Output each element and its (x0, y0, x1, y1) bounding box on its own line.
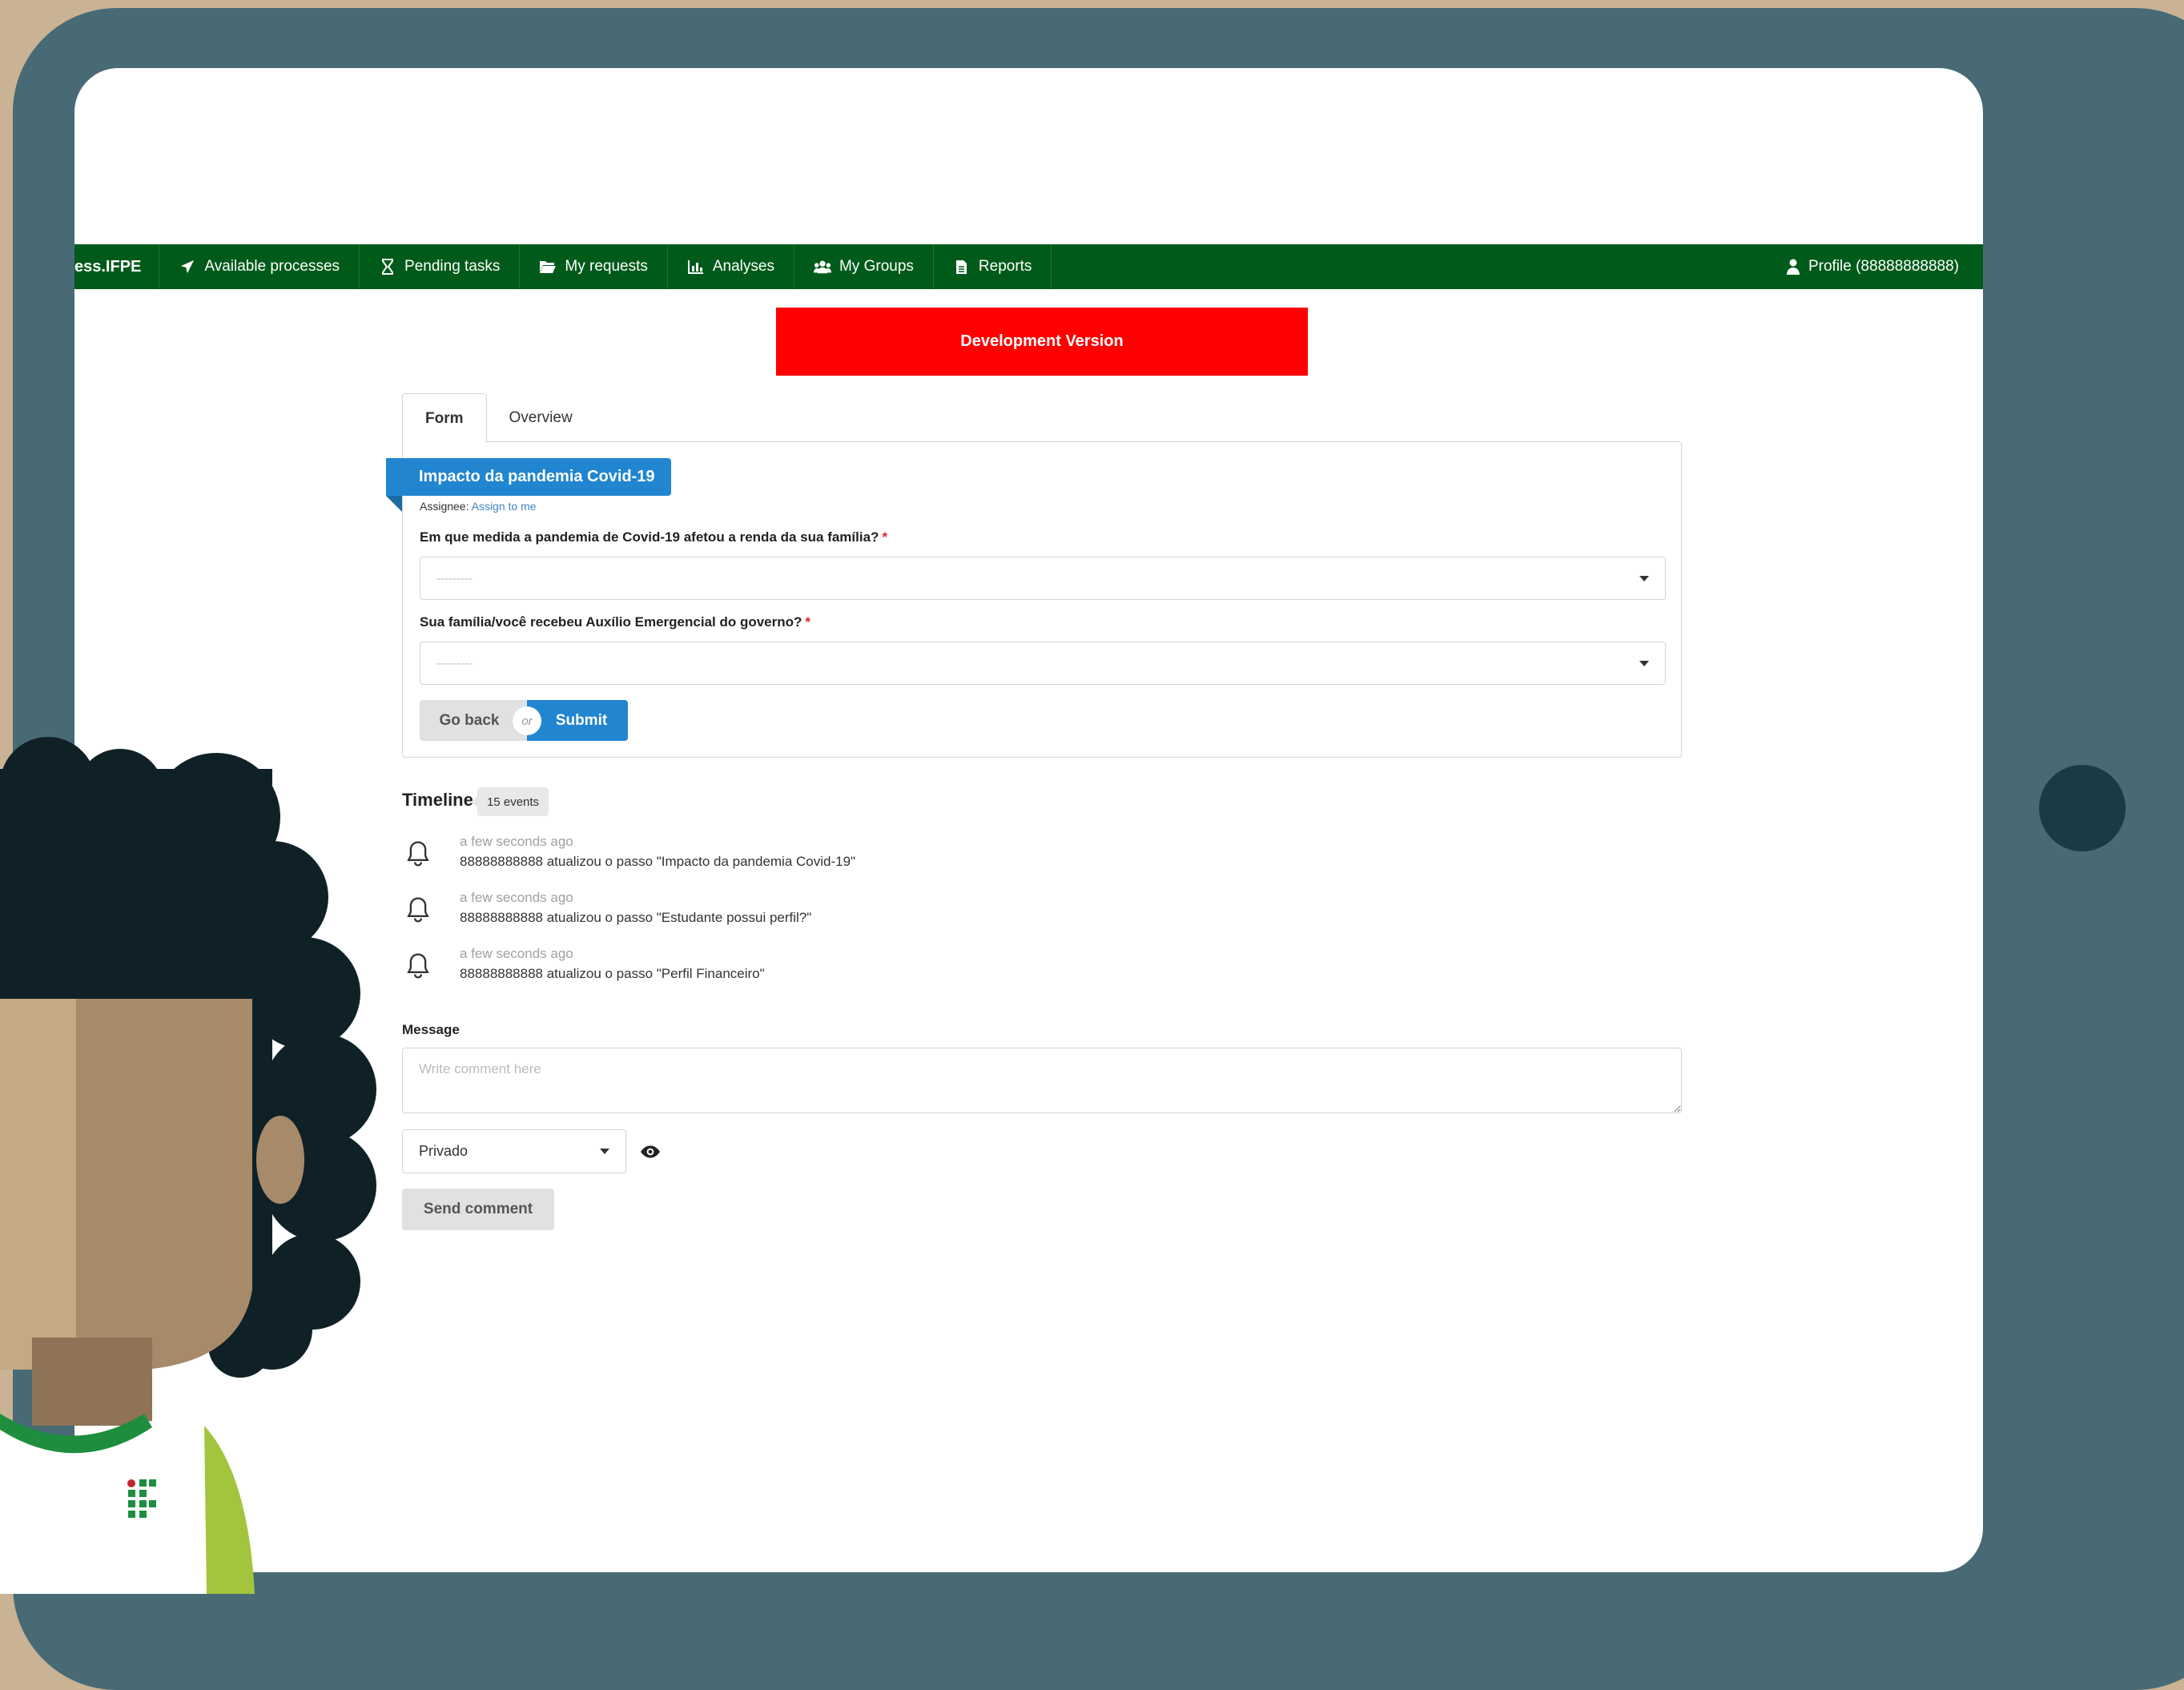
development-version-banner: Development Version (776, 308, 1308, 376)
visibility-select[interactable]: Privado (402, 1129, 626, 1173)
event-time: a few seconds ago (460, 946, 573, 961)
event-time: a few seconds ago (460, 834, 573, 849)
timeline-event: a few seconds ago 88888888888 atualizou … (402, 834, 1043, 879)
paper-plane-icon (179, 258, 196, 276)
tab-overview[interactable]: Overview (487, 393, 595, 443)
form-button-group: Go back Submit or (420, 700, 628, 741)
nav-my-requests-label: My requests (565, 258, 648, 275)
student-character-illustration (0, 737, 376, 1594)
nav-reports[interactable]: Reports (934, 244, 1052, 289)
question-1-text: Em que medida a pandemia de Covid-19 afe… (420, 529, 879, 545)
file-icon (953, 258, 971, 276)
event-text: 88888888888 atualizou o passo "Estudante… (460, 910, 812, 925)
bell-icon (407, 953, 429, 979)
nav-my-groups-label: My Groups (839, 258, 914, 275)
nav-my-requests[interactable]: My requests (520, 244, 668, 289)
required-mark: * (882, 529, 888, 545)
timeline-title: Timeline (402, 790, 473, 810)
or-divider: or (513, 706, 541, 735)
task-title-ribbon: Impacto da pandemia Covid-19 (386, 458, 671, 496)
question-2-text: Sua família/você recebeu Auxílio Emergen… (420, 614, 802, 630)
dropdown-caret-icon (1639, 575, 1649, 581)
assignee-label: Assignee: (420, 500, 469, 513)
nav-reports-label: Reports (978, 258, 1032, 275)
nav-analyses-label: Analyses (712, 258, 774, 275)
nav-my-groups[interactable]: My Groups (794, 244, 934, 289)
question-1-value: --------- (436, 571, 473, 585)
question-2-value: --------- (436, 656, 473, 670)
user-icon (1784, 258, 1802, 276)
event-time: a few seconds ago (460, 890, 573, 905)
nav-available-processes[interactable]: Available processes (159, 244, 360, 289)
top-navbar: ess.IFPE Available processes Pending tas… (74, 244, 1983, 289)
question-2-select[interactable]: --------- (420, 642, 1666, 685)
eye-icon[interactable] (640, 1141, 661, 1162)
question-1-label: Em que medida a pandemia de Covid-19 afe… (420, 529, 887, 545)
nav-pending-tasks[interactable]: Pending tasks (360, 244, 521, 289)
message-label: Message (402, 1022, 460, 1037)
nav-pending-tasks-label: Pending tasks (404, 258, 501, 275)
bell-icon (407, 897, 429, 923)
assignee-line: Assignee: Assign to me (420, 500, 537, 513)
chart-icon (687, 258, 705, 276)
nav-analyses[interactable]: Analyses (668, 244, 794, 289)
tab-form[interactable]: Form (402, 393, 487, 443)
visibility-value: Privado (419, 1143, 469, 1159)
event-text: 88888888888 atualizou o passo "Perfil Fi… (460, 966, 765, 981)
submit-button[interactable]: Submit (527, 700, 628, 741)
timeline-event: a few seconds ago 88888888888 atualizou … (402, 890, 1043, 935)
dropdown-caret-icon (600, 1149, 609, 1154)
event-text: 88888888888 atualizou o passo "Impacto d… (460, 854, 856, 869)
nav-profile[interactable]: Profile (88888888888) (1760, 244, 1983, 289)
brand-logo-text[interactable]: ess.IFPE (74, 244, 160, 289)
tablet-home-button (2039, 765, 2126, 851)
nav-profile-label: Profile (88888888888) (1808, 258, 1959, 275)
ribbon-tail (386, 496, 402, 512)
timeline-event: a few seconds ago 88888888888 atualizou … (402, 946, 1043, 991)
question-2-label: Sua família/você recebeu Auxílio Emergen… (420, 614, 810, 630)
timeline-count-badge: 15 events (470, 787, 549, 816)
dropdown-caret-icon (1639, 660, 1649, 666)
tab-bar: Form Overview (402, 393, 595, 443)
bell-icon (407, 841, 429, 867)
send-comment-button[interactable]: Send comment (402, 1189, 554, 1230)
required-mark: * (805, 614, 811, 630)
go-back-button[interactable]: Go back (420, 700, 527, 741)
question-1-select[interactable]: --------- (420, 557, 1666, 600)
folder-open-icon (539, 258, 557, 276)
assign-to-me-link[interactable]: Assign to me (472, 500, 537, 513)
nav-available-processes-label: Available processes (204, 258, 340, 275)
hourglass-icon (379, 258, 396, 276)
users-icon (813, 258, 831, 276)
comment-textarea[interactable] (402, 1048, 1682, 1113)
